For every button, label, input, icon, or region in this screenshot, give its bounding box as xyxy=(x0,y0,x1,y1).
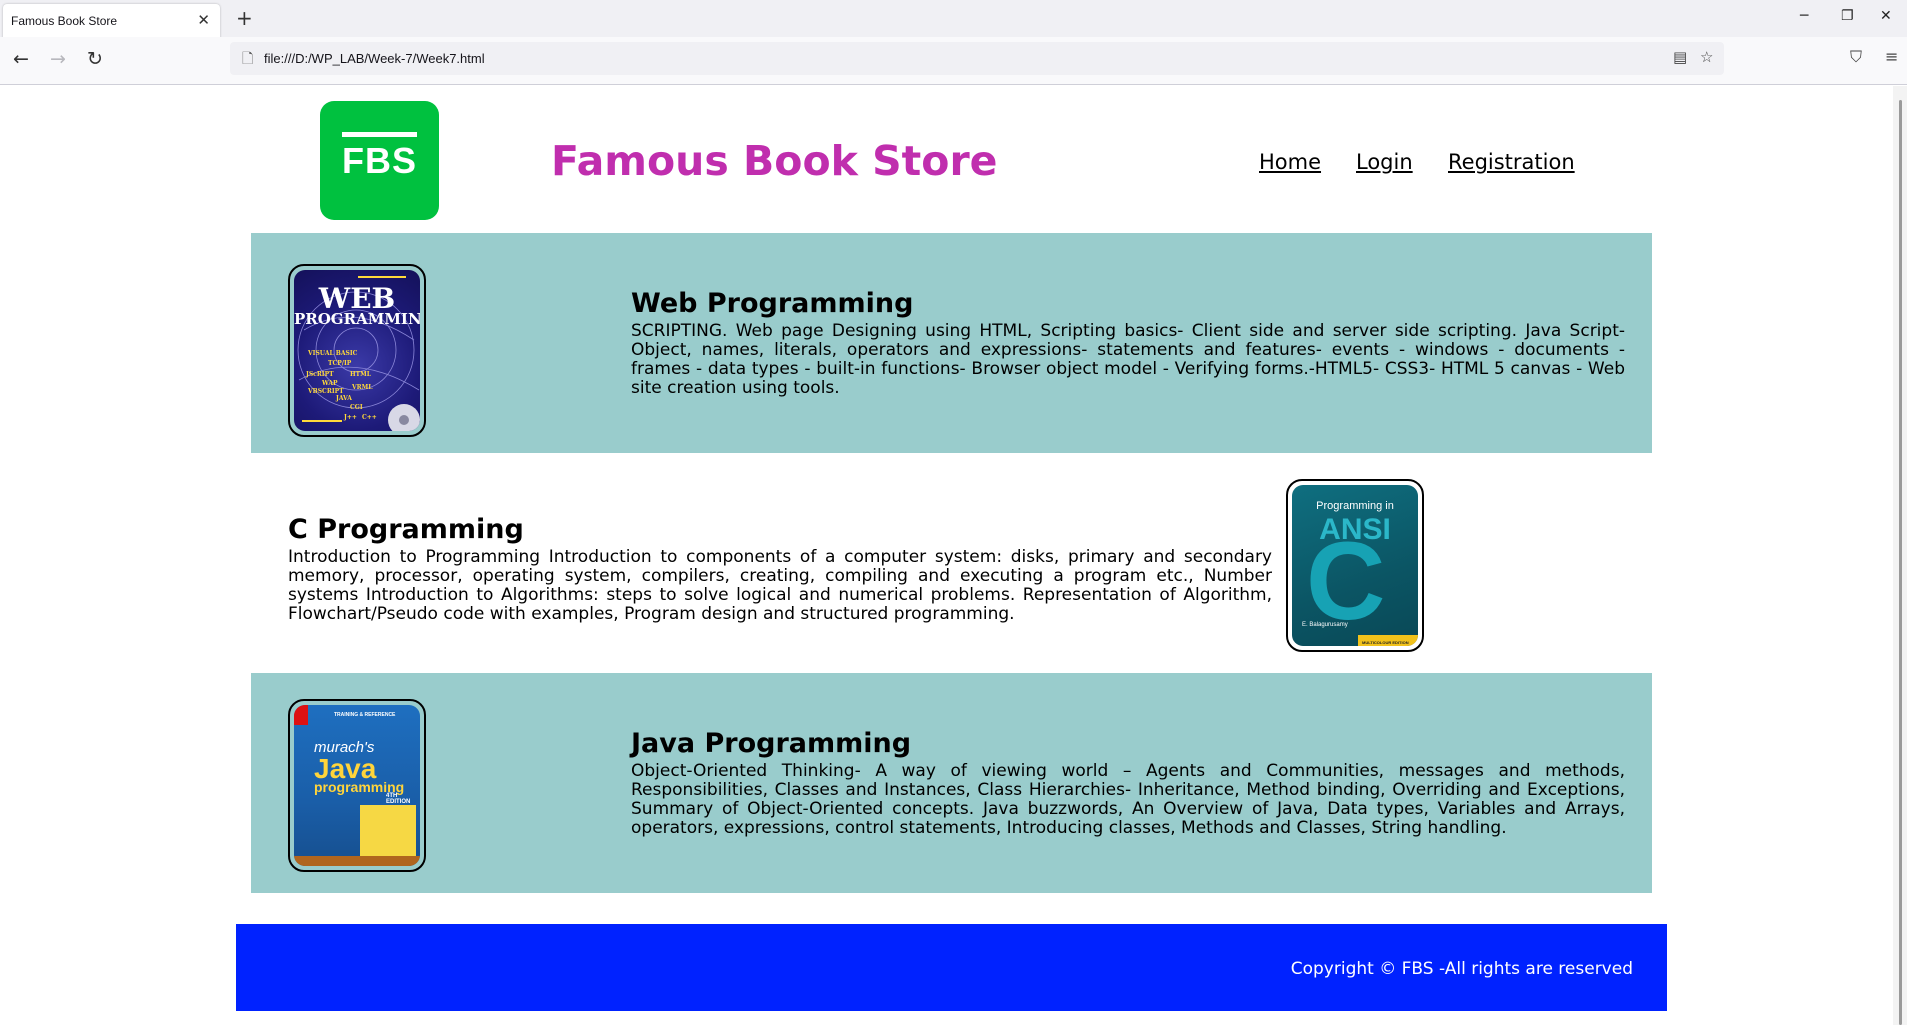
book-cover-c[interactable]: Programming in ANSI C E. Balagurusamy MU… xyxy=(1286,479,1424,652)
book-cover-web[interactable]: WEB PROGRAMMING VISUAL BASIC TCP/IP JScR… xyxy=(288,264,426,437)
book-section-java: TRAINING & REFERENCE murach's Java progr… xyxy=(251,673,1652,893)
book-title-c: C Programming xyxy=(288,514,524,545)
book-cover-java[interactable]: TRAINING & REFERENCE murach's Java progr… xyxy=(288,699,426,872)
book-desc-web: SCRIPTING. Web page Designing using HTML… xyxy=(631,321,1625,398)
reload-icon[interactable]: ↻ xyxy=(87,48,103,70)
browser-tabstrip: Famous Book Store ✕ + ─ ❐ ✕ xyxy=(0,0,1907,40)
url-text[interactable]: file:///D:/WP_LAB/Week-7/Week7.html xyxy=(264,51,485,66)
reader-view-icon[interactable]: ▤ xyxy=(1673,48,1687,66)
scrollbar-thumb[interactable] xyxy=(1899,100,1902,1025)
close-window-icon[interactable]: ✕ xyxy=(1880,8,1892,24)
new-tab-icon[interactable]: + xyxy=(236,6,253,30)
nav-home-link[interactable]: Home xyxy=(1259,150,1321,174)
footer: Copyright © FBS -All rights are reserved xyxy=(236,924,1667,1011)
java-cover-yellow-box xyxy=(360,805,416,863)
url-bar[interactable]: 🗋 file:///D:/WP_LAB/Week-7/Week7.html ▤ … xyxy=(230,42,1724,75)
book-desc-java: Object-Oriented Thinking- A way of viewi… xyxy=(631,761,1625,838)
pocket-icon[interactable]: ⛉ xyxy=(1850,47,1862,67)
restore-icon[interactable]: ❐ xyxy=(1841,8,1854,24)
site-title: Famous Book Store xyxy=(551,137,998,185)
book-title-web: Web Programming xyxy=(631,288,914,319)
close-tab-icon[interactable]: ✕ xyxy=(197,11,210,29)
footer-copyright: Copyright © FBS -All rights are reserved xyxy=(1290,959,1633,979)
bookmark-star-icon[interactable]: ☆ xyxy=(1700,48,1713,66)
book-section-web: WEB PROGRAMMING VISUAL BASIC TCP/IP JScR… xyxy=(251,233,1652,453)
page-icon: 🗋 xyxy=(242,51,254,67)
page-content: FBS Famous Book Store Home Login Registr… xyxy=(0,86,1893,1025)
logo-text: FBS xyxy=(342,131,417,182)
back-icon[interactable]: ← xyxy=(13,48,29,70)
browser-tab[interactable]: Famous Book Store ✕ xyxy=(3,4,220,40)
book-section-c: C Programming Introduction to Programmin… xyxy=(251,453,1652,673)
nav-registration-link[interactable]: Registration xyxy=(1448,150,1575,174)
menu-icon[interactable]: ≡ xyxy=(1885,47,1898,66)
book-desc-c: Introduction to Programming Introduction… xyxy=(288,547,1272,624)
book-title-java: Java Programming xyxy=(631,728,912,759)
forward-icon[interactable]: → xyxy=(50,48,66,70)
nav-login-link[interactable]: Login xyxy=(1356,150,1413,174)
tab-title: Famous Book Store xyxy=(11,14,118,28)
browser-navbar: ← → ↻ 🗋 file:///D:/WP_LAB/Week-7/Week7.h… xyxy=(0,37,1907,85)
minimize-icon[interactable]: ─ xyxy=(1800,8,1808,24)
logo: FBS xyxy=(320,101,439,220)
